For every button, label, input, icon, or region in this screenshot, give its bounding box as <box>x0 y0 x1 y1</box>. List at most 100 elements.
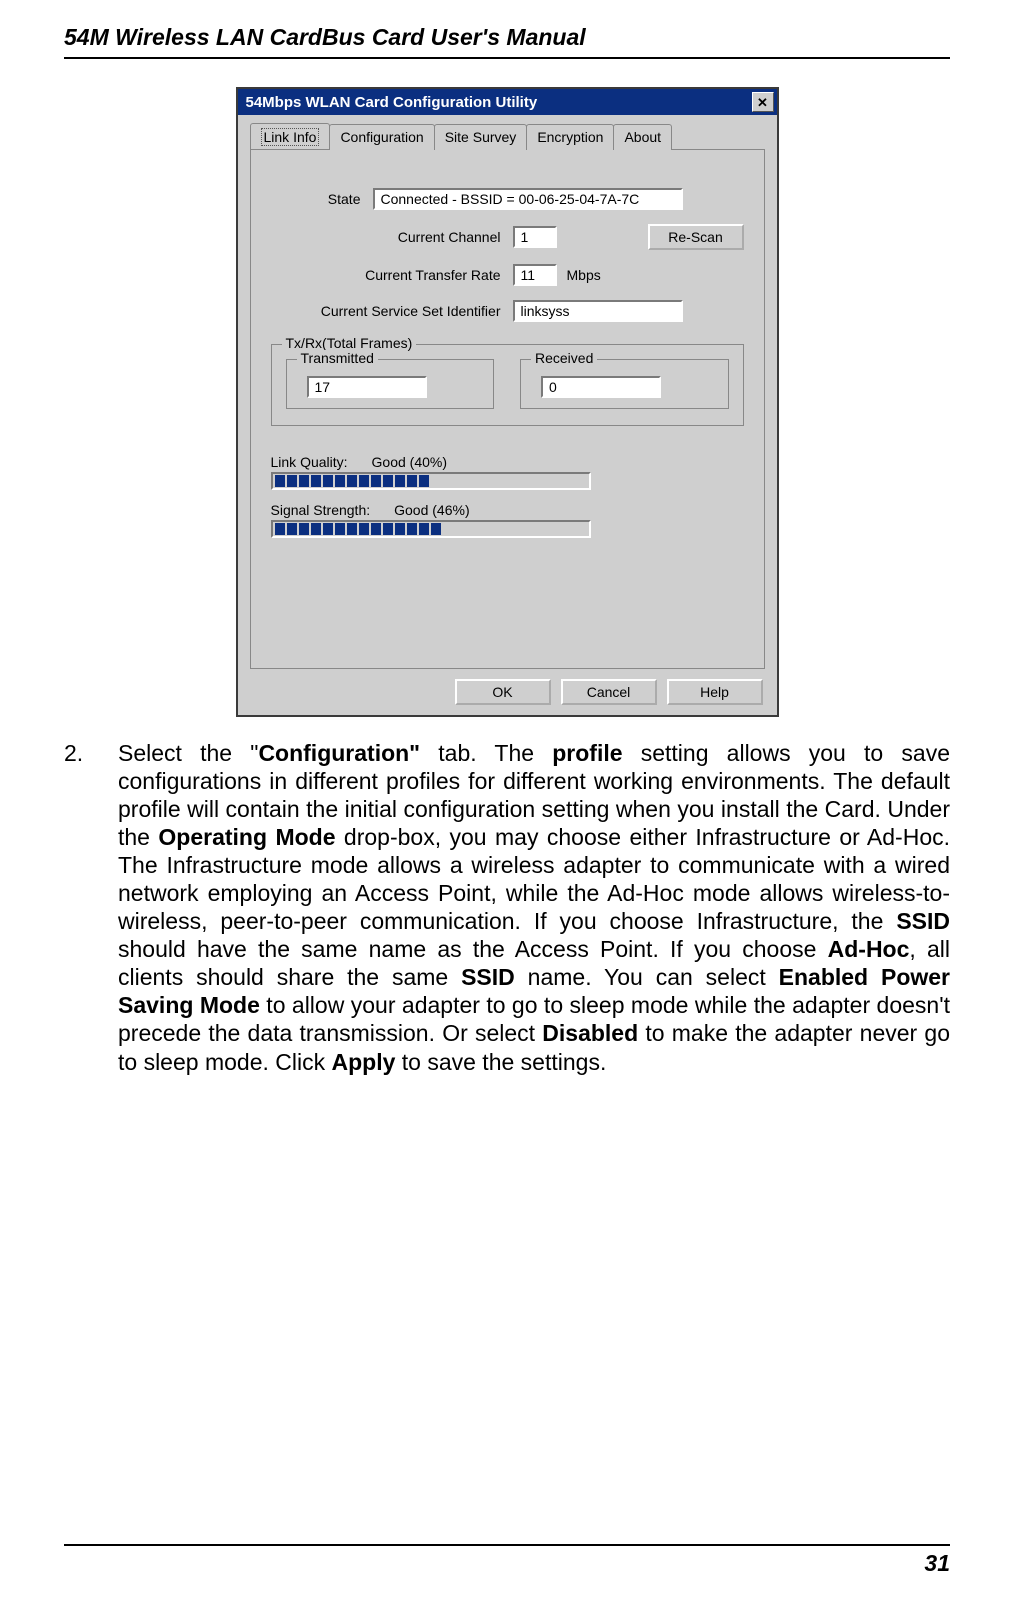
tab-strip: Link Info Configuration Site Survey Encr… <box>250 123 769 149</box>
help-button[interactable]: Help <box>667 679 763 705</box>
progress-segment <box>431 475 441 487</box>
txrx-legend: Tx/Rx(Total Frames) <box>282 335 417 351</box>
progress-segment <box>503 475 513 487</box>
progress-segment <box>335 523 345 535</box>
progress-segment <box>551 523 561 535</box>
progress-segment <box>335 475 345 487</box>
progress-segment <box>455 475 465 487</box>
progress-segment <box>575 523 585 535</box>
transfer-rate-label: Current Transfer Rate <box>271 267 513 283</box>
progress-segment <box>395 523 405 535</box>
progress-segment <box>311 475 321 487</box>
progress-segment <box>383 523 393 535</box>
tab-about[interactable]: About <box>613 124 672 150</box>
signal-strength-progress <box>271 520 591 538</box>
progress-segment <box>491 475 501 487</box>
metrics-block: Link Quality: Good (40%) Signal Strength… <box>271 454 744 538</box>
progress-segment <box>575 475 585 487</box>
progress-segment <box>563 523 573 535</box>
tab-configuration[interactable]: Configuration <box>329 124 434 150</box>
signal-strength-label: Signal Strength: <box>271 502 371 518</box>
current-channel-field: 1 <box>513 226 557 248</box>
progress-segment <box>551 475 561 487</box>
progress-segment <box>563 475 573 487</box>
state-field: Connected - BSSID = 00-06-25-04-7A-7C <box>373 188 683 210</box>
txrx-group: Tx/Rx(Total Frames) Transmitted 17 Recei… <box>271 344 744 426</box>
header-rule <box>64 57 950 59</box>
progress-segment <box>455 523 465 535</box>
progress-segment <box>407 475 417 487</box>
progress-segment <box>479 523 489 535</box>
received-field: 0 <box>541 376 661 398</box>
progress-segment <box>515 475 525 487</box>
progress-segment <box>311 523 321 535</box>
ssid-label: Current Service Set Identifier <box>271 303 513 319</box>
progress-segment <box>323 523 333 535</box>
progress-segment <box>347 475 357 487</box>
tab-encryption[interactable]: Encryption <box>526 124 614 150</box>
config-utility-window: 54Mbps WLAN Card Configuration Utility ✕… <box>236 87 779 717</box>
transmitted-field: 17 <box>307 376 427 398</box>
window-client-area: Link Info Configuration Site Survey Encr… <box>236 115 779 717</box>
progress-segment <box>383 475 393 487</box>
tab-link-info[interactable]: Link Info <box>250 123 331 149</box>
window-titlebar: 54Mbps WLAN Card Configuration Utility ✕ <box>236 87 779 115</box>
progress-segment <box>359 475 369 487</box>
state-label: State <box>271 191 373 207</box>
progress-segment <box>503 523 513 535</box>
transmitted-legend: Transmitted <box>297 350 378 366</box>
current-channel-label: Current Channel <box>271 229 513 245</box>
page-footer: 31 <box>64 1544 950 1577</box>
progress-segment <box>395 475 405 487</box>
progress-segment <box>491 523 501 535</box>
progress-segment <box>527 475 537 487</box>
progress-segment <box>407 523 417 535</box>
progress-segment <box>299 475 309 487</box>
progress-segment <box>539 523 549 535</box>
received-legend: Received <box>531 350 597 366</box>
mbps-label: Mbps <box>557 267 601 283</box>
progress-segment <box>275 523 285 535</box>
progress-segment <box>323 475 333 487</box>
transmitted-group: Transmitted 17 <box>286 359 495 409</box>
step-2-paragraph: 2. Select the "Configuration" tab. The p… <box>64 739 950 1076</box>
ok-button[interactable]: OK <box>455 679 551 705</box>
progress-segment <box>275 475 285 487</box>
progress-segment <box>527 523 537 535</box>
progress-segment <box>287 523 297 535</box>
link-quality-value: Good (40%) <box>372 454 447 470</box>
progress-segment <box>443 523 453 535</box>
progress-segment <box>479 475 489 487</box>
rescan-button[interactable]: Re-Scan <box>648 224 744 250</box>
progress-segment <box>371 523 381 535</box>
progress-segment <box>359 523 369 535</box>
link-quality-progress <box>271 472 591 490</box>
progress-segment <box>299 523 309 535</box>
step-number: 2. <box>64 739 118 1076</box>
progress-segment <box>443 475 453 487</box>
window-title: 54Mbps WLAN Card Configuration Utility <box>246 94 752 111</box>
close-icon[interactable]: ✕ <box>752 92 774 112</box>
tab-site-survey[interactable]: Site Survey <box>434 124 528 150</box>
progress-segment <box>467 475 477 487</box>
page-number: 31 <box>64 1550 950 1577</box>
progress-segment <box>419 475 429 487</box>
progress-segment <box>515 523 525 535</box>
progress-segment <box>467 523 477 535</box>
progress-segment <box>347 523 357 535</box>
tab-panel-link-info: State Connected - BSSID = 00-06-25-04-7A… <box>250 149 765 669</box>
step-text: Select the "Configuration" tab. The prof… <box>118 739 950 1076</box>
progress-segment <box>419 523 429 535</box>
page-header: 54M Wireless LAN CardBus Card User's Man… <box>64 24 950 51</box>
dialog-footer: OK Cancel Help <box>246 679 763 705</box>
link-quality-label: Link Quality: <box>271 454 348 470</box>
progress-segment <box>431 523 441 535</box>
progress-segment <box>371 475 381 487</box>
progress-segment <box>539 475 549 487</box>
received-group: Received 0 <box>520 359 729 409</box>
signal-strength-value: Good (46%) <box>394 502 469 518</box>
transfer-rate-field: 11 <box>513 264 557 286</box>
cancel-button[interactable]: Cancel <box>561 679 657 705</box>
progress-segment <box>287 475 297 487</box>
ssid-field: linksyss <box>513 300 683 322</box>
